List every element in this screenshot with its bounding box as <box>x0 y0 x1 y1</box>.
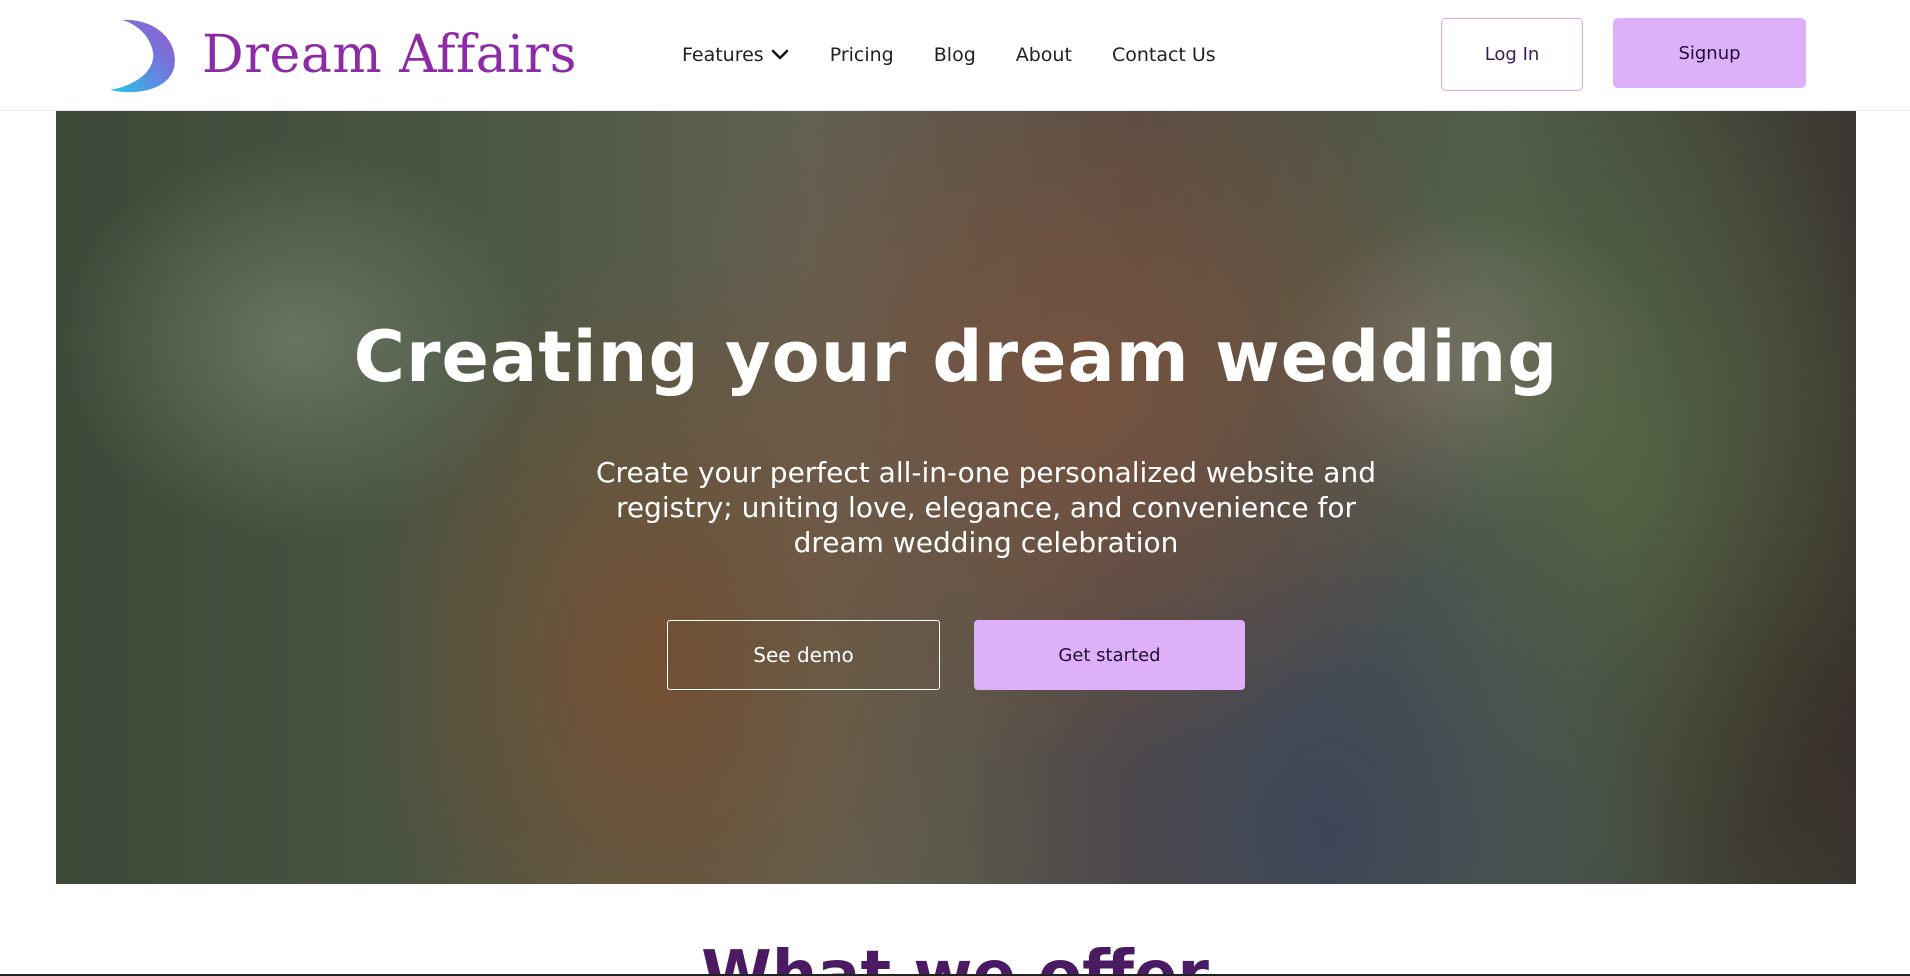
nav-item-pricing[interactable]: Pricing <box>830 44 894 66</box>
nav-item-blog[interactable]: Blog <box>934 44 976 66</box>
brand-link[interactable]: Dream Affairs <box>104 16 577 94</box>
nav-item-contact[interactable]: Contact Us <box>1112 44 1216 66</box>
crescent-moon-icon <box>110 19 175 93</box>
nav-item-about[interactable]: About <box>1016 44 1072 66</box>
section-heading-wrapper: What we offer <box>0 935 1910 976</box>
nav-item-label: Features <box>682 44 764 66</box>
site-header: Dream Affairs Features Pricing Blog Abou… <box>0 0 1910 111</box>
signup-button[interactable]: Signup <box>1613 18 1806 88</box>
get-started-button[interactable]: Get started <box>974 620 1245 690</box>
hero-banner: Creating your dream wedding Create your … <box>56 111 1856 884</box>
nav-item-features[interactable]: Features <box>682 44 790 66</box>
hero-subtitle: Create your perfect all-in-one personali… <box>596 456 1376 559</box>
chevron-down-icon <box>771 49 789 60</box>
main-nav: Features Pricing Blog About Contact Us <box>682 44 1216 66</box>
section-heading: What we offer <box>701 938 1209 976</box>
hero-title: Creating your dream wedding <box>353 316 1559 398</box>
brand-name: Dream Affairs <box>202 25 577 85</box>
login-button[interactable]: Log In <box>1441 18 1583 91</box>
see-demo-button[interactable]: See demo <box>667 620 940 690</box>
